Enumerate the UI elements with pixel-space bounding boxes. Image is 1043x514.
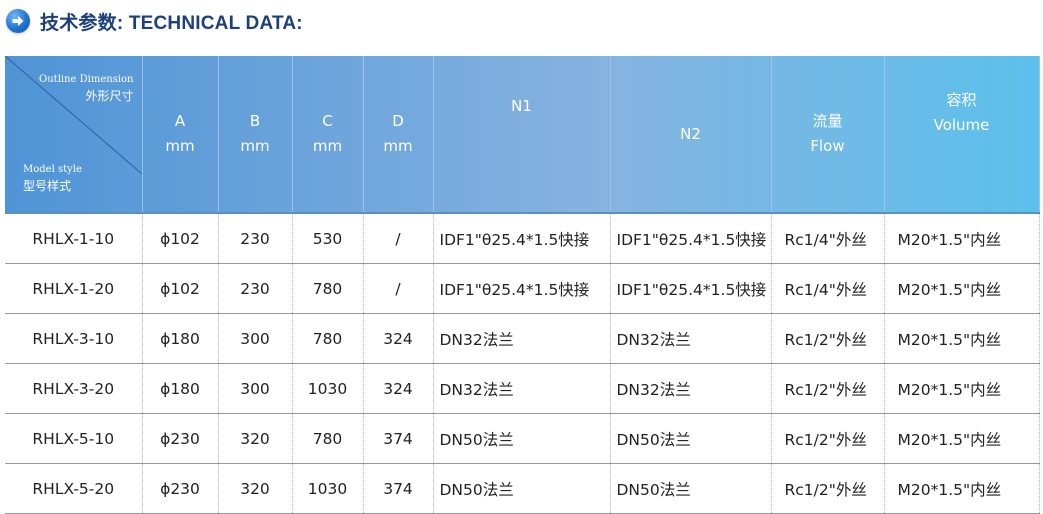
cell-flow: Rc1/2"外丝: [771, 313, 885, 364]
header-n2: N2: [610, 56, 772, 214]
cell-flow: Rc1/4"外丝: [771, 213, 885, 264]
header-line1: D: [392, 112, 404, 130]
table-row: RHLX-3-20 ϕ180 300 1030 324 DN32法兰 DN32法兰 Rc1/2…: [5, 363, 1040, 414]
header-line2: mm: [383, 137, 413, 155]
cell-volume: M20*1.5"内丝: [884, 463, 1040, 514]
header-line1: 容积: [946, 91, 977, 109]
cell-n1: DN32法兰: [433, 363, 611, 414]
cell-volume: M20*1.5"内丝: [884, 263, 1040, 314]
model-style-en: Model style: [23, 164, 82, 175]
technical-data-table: Outline Dimension 外形尺寸 Model style 型号样式 …: [5, 56, 1040, 514]
cell-dim-d: 374: [363, 413, 434, 464]
cell-dim-b: 300: [218, 313, 293, 364]
cell-model: RHLX-1-10: [5, 213, 143, 264]
cell-dim-b: 230: [218, 263, 293, 314]
cell-volume: M20*1.5"内丝: [884, 313, 1040, 364]
corner-bottom-label: Model style 型号样式: [23, 162, 82, 194]
cell-n2: IDF1"θ25.4*1.5快接: [610, 213, 772, 264]
cell-dim-c: 1030: [292, 463, 364, 514]
cell-dim-c: 780: [292, 413, 364, 464]
header-n1: N1: [433, 56, 611, 214]
cell-flow: Rc1/2"外丝: [771, 463, 885, 514]
cell-volume: M20*1.5"内丝: [884, 363, 1040, 414]
cell-n2: DN50法兰: [610, 463, 772, 514]
header-line1: A: [174, 112, 186, 130]
table-row: RHLX-3-10 ϕ180 300 780 324 DN32法兰 DN32法兰 Rc1/2"…: [5, 313, 1040, 364]
title-en: TECHNICAL DATA:: [128, 12, 303, 34]
cell-model: RHLX-3-20: [5, 363, 143, 414]
cell-n2: DN32法兰: [610, 313, 772, 364]
cell-dim-a: ϕ180: [142, 313, 219, 364]
cell-dim-d: 324: [363, 313, 434, 364]
cell-dim-d: 324: [363, 363, 434, 414]
cell-flow: Rc1/4"外丝: [771, 263, 885, 314]
cell-n1: IDF1"θ25.4*1.5快接: [433, 263, 611, 314]
header-c: Cmm: [292, 56, 364, 214]
cell-dim-b: 300: [218, 363, 293, 414]
cell-model: RHLX-5-10: [5, 413, 143, 464]
cell-dim-d: 374: [363, 463, 434, 514]
header-volume: 容积 Volume: [884, 56, 1040, 214]
cell-dim-b: 230: [218, 213, 293, 264]
cell-dim-b: 320: [218, 413, 293, 464]
cell-volume: M20*1.5"内丝: [884, 413, 1040, 464]
cell-flow: Rc1/2"外丝: [771, 413, 885, 464]
corner-header-cell: Outline Dimension 外形尺寸 Model style 型号样式: [5, 56, 143, 214]
header-row: Outline Dimension 外形尺寸 Model style 型号样式 …: [5, 56, 1040, 214]
table-body: RHLX-1-10 ϕ102 230 530/IDF1"θ25.4*1.5快接 IDF1…: [5, 213, 1040, 514]
cell-flow: Rc1/2"外丝: [771, 363, 885, 414]
header-line1: C: [322, 112, 333, 130]
cell-dim-a: ϕ180: [142, 363, 219, 414]
header-line2: Volume: [933, 116, 990, 134]
cell-n1: DN50法兰: [433, 413, 611, 464]
cell-n2: IDF1"θ25.4*1.5快接: [610, 263, 772, 314]
cell-dim-a: ϕ102: [142, 263, 219, 314]
cell-n2: DN32法兰: [610, 363, 772, 414]
cell-dim-a: ϕ230: [142, 413, 219, 464]
outline-dimension-en: Outline Dimension: [39, 74, 134, 85]
header-d: Dmm: [363, 56, 434, 214]
cell-n1: DN32法兰: [433, 313, 611, 364]
header-line2: mm: [312, 137, 343, 155]
arrow-right-icon: [6, 9, 30, 33]
cell-model: RHLX-5-20: [5, 463, 143, 514]
title-separator: :: [116, 12, 129, 34]
title-cn: 技术参数: [40, 12, 117, 34]
section-title: 技术参数: TECHNICAL DATA:: [40, 8, 303, 35]
cell-dim-a: ϕ230: [142, 463, 219, 514]
cell-dim-d: /: [363, 263, 434, 314]
cell-dim-d: /: [363, 213, 434, 264]
table-row: RHLX-5-10 ϕ230 320 780 374 DN50法兰 DN50法兰 Rc1/2"…: [5, 413, 1040, 464]
model-style-cn: 型号样式: [23, 179, 72, 193]
header-line2: mm: [240, 137, 270, 155]
header-line1: N1: [511, 97, 532, 115]
header-line2: Flow: [810, 137, 845, 155]
cell-dim-a: ϕ102: [142, 213, 219, 264]
header-line1: 流量: [812, 112, 843, 130]
cell-dim-c: 780: [292, 263, 364, 314]
cell-n1: DN50法兰: [433, 463, 611, 514]
cell-n2: DN50法兰: [610, 413, 772, 464]
table-row: RHLX-1-10 ϕ102 230 530/IDF1"θ25.4*1.5快接 IDF1…: [5, 213, 1040, 264]
outline-dimension-cn: 外形尺寸: [85, 89, 134, 103]
cell-model: RHLX-1-20: [5, 263, 143, 314]
header-b: Bmm: [218, 56, 293, 214]
table-row: RHLX-5-20 ϕ230 320 1030 374 DN50法兰 DN50法兰 Rc1/2…: [5, 463, 1040, 514]
cell-n1: IDF1"θ25.4*1.5快接: [433, 213, 611, 264]
cell-volume: M20*1.5"内丝: [884, 213, 1040, 264]
corner-top-label: Outline Dimension 外形尺寸: [39, 72, 133, 104]
header-line1: N2: [680, 124, 701, 143]
cell-dim-c: 1030: [292, 363, 364, 414]
header-flow: 流量 Flow: [771, 56, 885, 214]
cell-dim-c: 530: [292, 213, 364, 264]
cell-dim-b: 320: [218, 463, 293, 514]
section-title-bar: 技术参数: TECHNICAL DATA:: [6, 6, 303, 36]
header-line2: mm: [165, 137, 195, 155]
cell-dim-c: 780: [292, 313, 364, 364]
cell-model: RHLX-3-10: [5, 313, 143, 364]
header-line1: B: [249, 112, 261, 130]
header-a: Amm: [142, 56, 219, 214]
table-row: RHLX-1-20 ϕ102 230 780/IDF1"θ25.4*1.5快接 IDF1…: [5, 263, 1040, 314]
